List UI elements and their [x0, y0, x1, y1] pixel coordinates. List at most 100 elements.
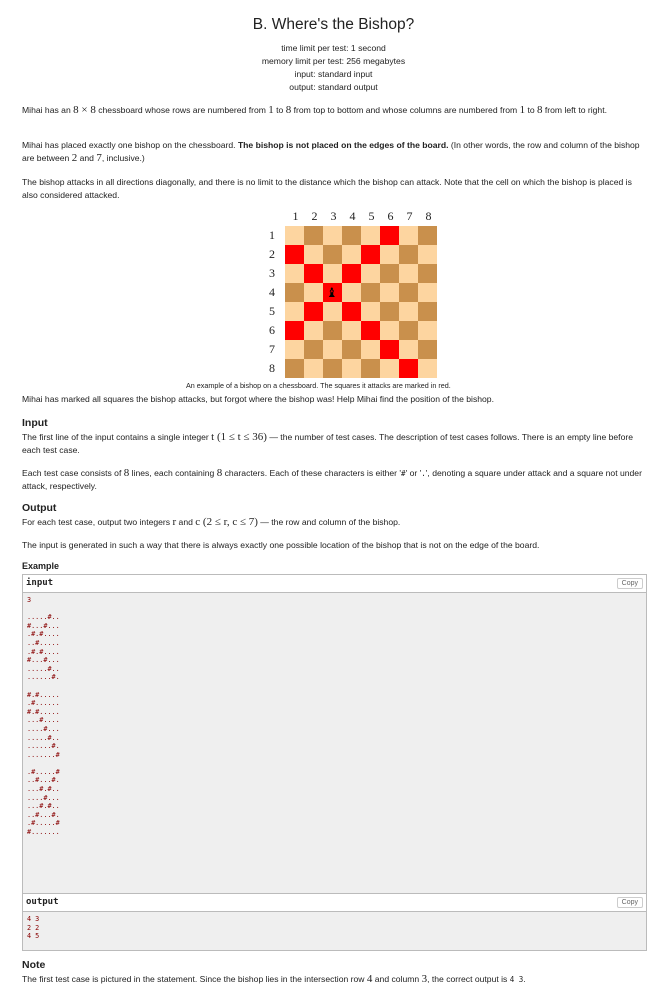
text: Each test case consists of [22, 468, 124, 478]
text: — the row and column of the bishop. [257, 517, 401, 527]
board-square [342, 283, 361, 302]
row-label: 3 [269, 266, 275, 280]
text: to [273, 105, 286, 115]
board-square [418, 264, 437, 283]
board-square [304, 359, 323, 378]
text: and [176, 517, 196, 527]
board-square [418, 226, 437, 245]
problem-title: B. Where's the Bishop? [252, 16, 415, 33]
text: lines, each containing [129, 468, 217, 478]
input-section: Input The first line of the input contai… [22, 417, 645, 493]
attacked-square [399, 359, 418, 378]
bold-text: The bishop is not placed on the edges of… [237, 140, 449, 150]
column-label: 3 [330, 209, 337, 223]
board-square [380, 264, 399, 283]
board-square [380, 302, 399, 321]
column-label: 6 [387, 209, 394, 223]
bishop-icon: ♝ [326, 285, 338, 300]
row-labels: 1 2 3 4 5 6 7 8 [262, 226, 282, 378]
board-square [323, 226, 342, 245]
board-square [399, 302, 418, 321]
attacked-square [285, 321, 304, 340]
attacked-square [361, 245, 380, 264]
statement-paragraph-2: Mihai has placed exactly one bishop on t… [22, 139, 645, 165]
board-square [399, 264, 418, 283]
column-labels: 12345678 [286, 209, 446, 225]
example-input-label: input [26, 578, 54, 588]
text: For each test case, output two integers [22, 517, 173, 527]
figure-caption: An example of a bishop on a chessboard. … [186, 381, 451, 390]
text: from left to right. [542, 105, 607, 115]
board-square [361, 226, 380, 245]
board-square [418, 340, 437, 359]
input-title: Input [22, 417, 48, 429]
text: and [77, 153, 97, 163]
board-square [304, 245, 323, 264]
copy-input-button[interactable]: Copy [616, 578, 643, 589]
input-paragraph-1: The first line of the input contains a s… [22, 431, 645, 457]
board-square [418, 321, 437, 340]
attacked-square: ♝ [323, 283, 342, 302]
note-section: Note The first test case is pictured in … [22, 959, 645, 986]
statement-paragraph-3: The bishop attacks in all directions dia… [22, 177, 632, 200]
example-output-label: output [26, 897, 59, 907]
attacked-square [285, 245, 304, 264]
column-label: 5 [368, 209, 375, 223]
row-label: 4 [269, 285, 275, 299]
row-label: 2 [269, 247, 275, 261]
board-square [380, 283, 399, 302]
output-file: output: standard output [289, 82, 378, 92]
board-square [285, 226, 304, 245]
board-square [285, 359, 304, 378]
board-square [361, 264, 380, 283]
example-title: Example [22, 561, 60, 571]
column-label: 7 [406, 209, 413, 223]
board-square [323, 321, 342, 340]
board-square [323, 302, 342, 321]
copy-output-button[interactable]: Copy [616, 897, 643, 908]
board-square [418, 283, 437, 302]
text: , the correct output is [427, 974, 510, 984]
column-label: 4 [349, 209, 356, 223]
text: The first line of the input contains a s… [22, 432, 212, 442]
text: from top to bottom and whose columns are… [291, 105, 520, 115]
row-label: 7 [269, 342, 275, 356]
text: characters. Each of these characters is … [222, 468, 402, 478]
example-input-text: 3 .....#.. #...#... .#.#.... ..#..... .#… [27, 596, 60, 837]
attacked-square [361, 321, 380, 340]
board-square [342, 340, 361, 359]
attacked-square [342, 264, 361, 283]
board-square [361, 302, 380, 321]
example-output-text: 4 3 2 2 4 5 [27, 915, 40, 941]
problem-page: B. Where's the Bishop? time limit per te… [22, 0, 647, 985]
board-square [285, 302, 304, 321]
text: The first test case is pictured in the s… [22, 974, 367, 984]
row-label: 6 [269, 323, 275, 337]
board-square [342, 359, 361, 378]
output-paragraph-2: The input is generated in such a way tha… [22, 540, 540, 550]
example-input-box: input Copy 3 .....#.. #...#... .#.#.... … [22, 574, 647, 894]
math: c (2 ≤ r, c ≤ 7) [195, 516, 258, 528]
board-square [342, 245, 361, 264]
example-input-header: input Copy [23, 575, 646, 593]
board-square [323, 264, 342, 283]
board-square [323, 245, 342, 264]
board-square [399, 245, 418, 264]
example-output-header: output Copy [23, 894, 646, 912]
board-square [399, 321, 418, 340]
board-square [285, 340, 304, 359]
board-square [342, 226, 361, 245]
math: 8 × 8 [73, 104, 96, 116]
attacked-square [380, 226, 399, 245]
text: Mihai has placed exactly one bishop on t… [22, 140, 238, 150]
board-square [361, 283, 380, 302]
board-square [342, 321, 361, 340]
attacked-square [380, 340, 399, 359]
text: ' or ' [405, 468, 422, 478]
board-square [380, 359, 399, 378]
problem-limits: time limit per test: 1 second memory lim… [22, 42, 645, 94]
board-square [361, 359, 380, 378]
board-square [418, 245, 437, 264]
column-label: 2 [311, 209, 318, 223]
board-square [285, 283, 304, 302]
